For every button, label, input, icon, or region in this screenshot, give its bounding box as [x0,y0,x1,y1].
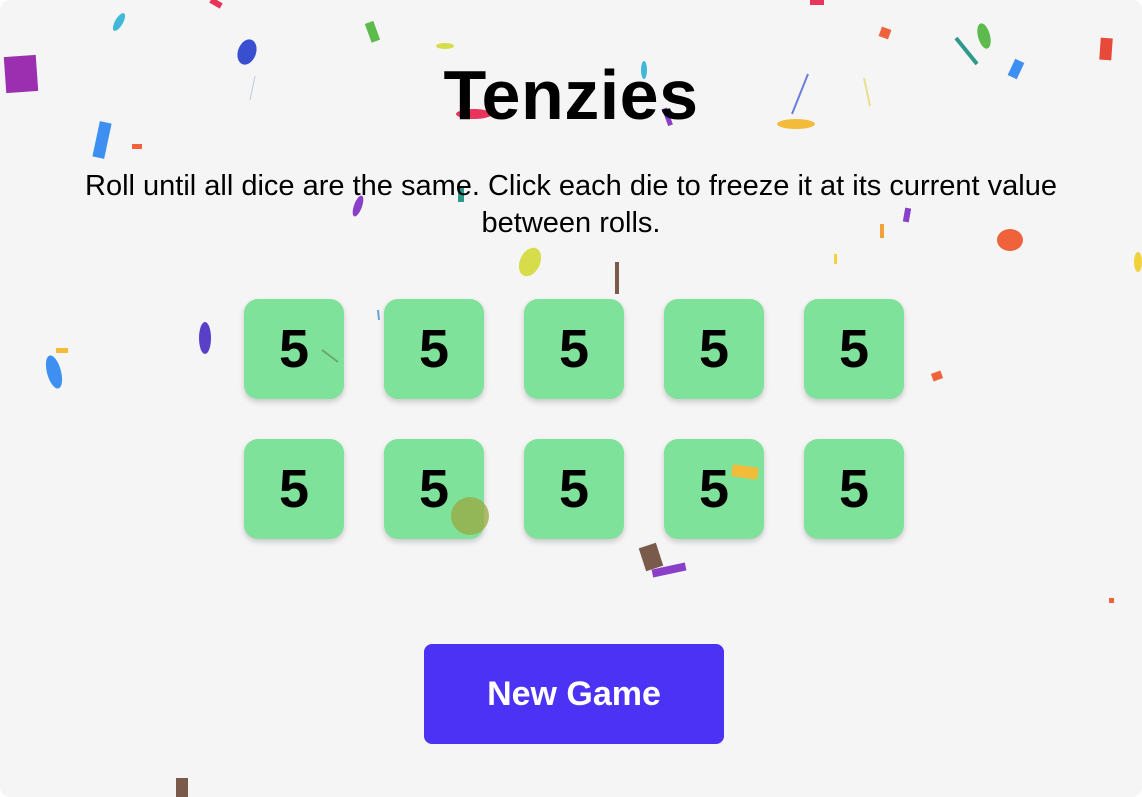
confetti-piece [209,0,223,9]
confetti-piece [45,355,63,389]
die-value: 5 [558,319,590,379]
new-game-button[interactable]: New Game [424,644,724,744]
die-value: 5 [698,459,730,519]
confetti-piece [878,26,892,40]
page-title: Tenzies [443,56,699,134]
confetti-piece [518,247,542,277]
confetti-piece [56,348,68,353]
confetti-piece [1109,598,1114,603]
die-value: 5 [418,319,450,379]
die-9[interactable]: 5 [664,439,764,539]
die-3[interactable]: 5 [524,299,624,399]
die-10[interactable]: 5 [804,439,904,539]
instructions-text: Roll until all dice are the same. Click … [85,170,1057,239]
die-7[interactable]: 5 [384,439,484,539]
dice-grid: 5 5 5 5 5 5 5 5 5 5 [244,299,904,539]
confetti-piece [112,13,126,31]
die-value: 5 [278,459,310,519]
confetti-piece [199,322,211,354]
die-value: 5 [838,459,870,519]
die-4[interactable]: 5 [664,299,764,399]
confetti-piece [651,562,687,578]
confetti-piece [638,542,664,572]
die-value: 5 [418,459,450,519]
game-board: Tenzies Roll until all dice are the same… [0,0,1142,797]
die-value: 5 [278,319,310,379]
confetti-piece [132,144,142,149]
die-5[interactable]: 5 [804,299,904,399]
confetti-piece [615,262,619,294]
die-8[interactable]: 5 [524,439,624,539]
die-value: 5 [698,319,730,379]
confetti-piece [436,43,454,49]
confetti-piece [810,0,824,5]
confetti-piece [1134,252,1142,272]
die-2[interactable]: 5 [384,299,484,399]
die-1[interactable]: 5 [244,299,344,399]
confetti-piece [834,254,837,264]
confetti-piece [977,23,991,49]
die-value: 5 [838,319,870,379]
confetti-piece [176,778,188,797]
confetti-piece [930,370,944,382]
confetti-piece [364,20,381,43]
die-6[interactable]: 5 [244,439,344,539]
die-value: 5 [558,459,590,519]
